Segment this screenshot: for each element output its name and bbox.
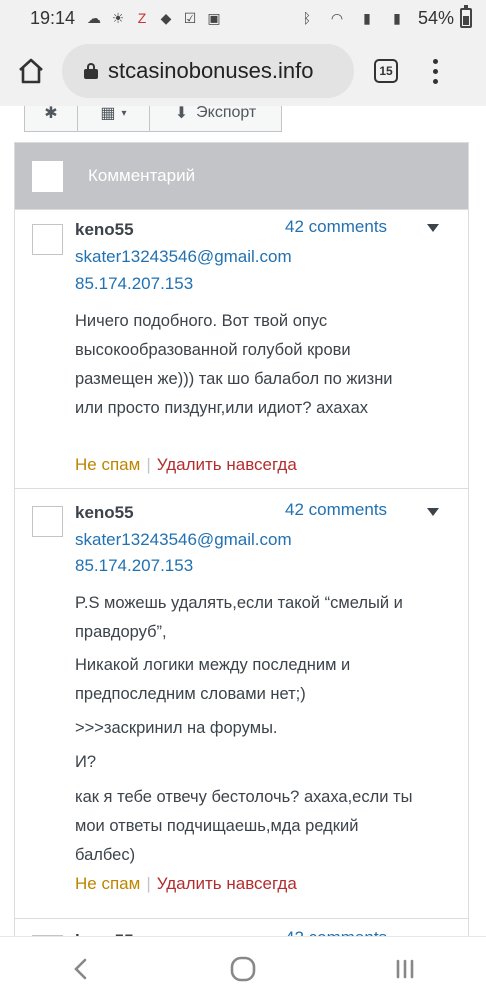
- sunrise-icon: ☀: [111, 9, 125, 26]
- download-icon: ⬇: [174, 106, 189, 122]
- signal-roaming-icon: ▮: [393, 9, 401, 26]
- signal-icon: ▮: [363, 9, 371, 26]
- comment-author: keno55: [75, 503, 134, 522]
- recent-apps-icon: [396, 959, 414, 978]
- author-ip-link[interactable]: 85.174.207.153: [75, 556, 193, 576]
- settings-button[interactable]: ✱: [24, 106, 78, 132]
- comments-table: Комментарий keno55 42 comments skater132…: [14, 142, 469, 936]
- back-icon: [74, 958, 87, 979]
- select-all-checkbox[interactable]: [32, 160, 63, 192]
- weather-icon: ☁: [87, 9, 102, 26]
- comment-text: И?: [75, 753, 97, 771]
- list-toolbar: ✱ ▦ ▾ ⬇ Экспорт: [24, 106, 282, 132]
- diamond-icon: ◆: [160, 9, 172, 26]
- not-spam-link[interactable]: Не спам: [75, 874, 140, 894]
- action-separator: |: [146, 874, 151, 893]
- tab-switcher-button[interactable]: 15: [374, 59, 398, 83]
- column-header-comment: Комментарий: [88, 166, 196, 185]
- row-checkbox[interactable]: [32, 506, 63, 537]
- row-toggle-icon[interactable]: [427, 508, 439, 516]
- address-bar[interactable]: stcasinobonuses.info: [62, 44, 354, 98]
- table-header: Комментарий: [15, 143, 468, 209]
- home-icon: [19, 58, 43, 84]
- author-ip-link[interactable]: 85.174.207.153: [75, 274, 193, 294]
- comment-text: Никакой логики между последним и предпос…: [75, 656, 351, 703]
- comment-text: как я тебе отвечу бестолочь? ахаха,если …: [75, 788, 413, 864]
- back-button[interactable]: [61, 949, 101, 989]
- gear-icon: ✱: [44, 106, 58, 122]
- author-email-link[interactable]: skater13243546@gmail.com: [75, 247, 292, 267]
- row-checkbox[interactable]: [32, 224, 63, 255]
- comment-text: Ничего подобного. Вот твой опус высокооб…: [75, 312, 393, 417]
- app-notification-icon: Z: [137, 10, 147, 26]
- recent-apps-button[interactable]: [385, 949, 425, 989]
- not-spam-link[interactable]: Не спам: [75, 455, 140, 475]
- table-row: keno55 42 comments skater13243546@gmail.…: [15, 488, 468, 918]
- action-separator: |: [146, 455, 151, 474]
- delete-permanently-link[interactable]: Удалить навсегда: [157, 874, 297, 894]
- status-bar: 19:14 ☁ ☀ Z ◆ ☑ ▣ ᛒ ◠ ▮ ▮ 54%: [0, 0, 486, 36]
- table-add-icon: ▦: [100, 106, 116, 122]
- image-notification-icon: ▣: [207, 9, 221, 26]
- comment-text: P.S можешь удалять,если такой “смелый и …: [75, 594, 403, 641]
- battery-percent: 54%: [417, 7, 454, 28]
- author-email-link[interactable]: skater13243546@gmail.com: [75, 530, 292, 550]
- url-text: stcasinobonuses.info: [108, 58, 314, 83]
- home-nav-button[interactable]: [223, 949, 263, 989]
- comment-author: keno55: [75, 220, 134, 239]
- row-actions: Не спам | Удалить навсегда: [75, 874, 297, 894]
- row-actions: Не спам | Удалить навсегда: [75, 455, 297, 475]
- chevron-down-icon: ▾: [121, 107, 127, 119]
- export-button[interactable]: ⬇ Экспорт: [150, 106, 282, 132]
- table-row: keno55 42 comments: [15, 918, 468, 936]
- table-row: keno55 42 comments skater13243546@gmail.…: [15, 209, 468, 488]
- row-toggle-icon[interactable]: [427, 224, 439, 232]
- checkbox-notification-icon: ☑: [183, 9, 197, 26]
- browser-toolbar: stcasinobonuses.info 15: [0, 36, 486, 106]
- export-label: Экспорт: [196, 106, 257, 121]
- status-time: 19:14: [30, 7, 76, 28]
- author-comments-link[interactable]: 42 comments: [285, 500, 387, 520]
- system-nav-bar: [0, 936, 486, 1000]
- more-menu-button[interactable]: [432, 58, 438, 84]
- home-circle-icon: [230, 956, 256, 981]
- page-content: ✱ ▦ ▾ ⬇ Экспорт Комментарий keno55 42 co…: [0, 106, 486, 936]
- menu-dot-icon: [432, 58, 438, 64]
- menu-dot-icon: [432, 68, 438, 74]
- home-button[interactable]: [0, 36, 62, 106]
- battery-icon: [460, 5, 472, 28]
- lock-icon: [84, 63, 98, 79]
- add-column-button[interactable]: ▦ ▾: [78, 106, 150, 132]
- comment-text: >>>заскринил на форумы.: [75, 719, 278, 737]
- delete-permanently-link[interactable]: Удалить навсегда: [157, 455, 297, 475]
- author-comments-link[interactable]: 42 comments: [285, 217, 387, 237]
- author-comments-link[interactable]: 42 comments: [285, 928, 387, 936]
- menu-dot-icon: [432, 78, 438, 84]
- bluetooth-icon: ᛒ: [302, 10, 312, 26]
- wifi-icon: ◠: [330, 9, 344, 26]
